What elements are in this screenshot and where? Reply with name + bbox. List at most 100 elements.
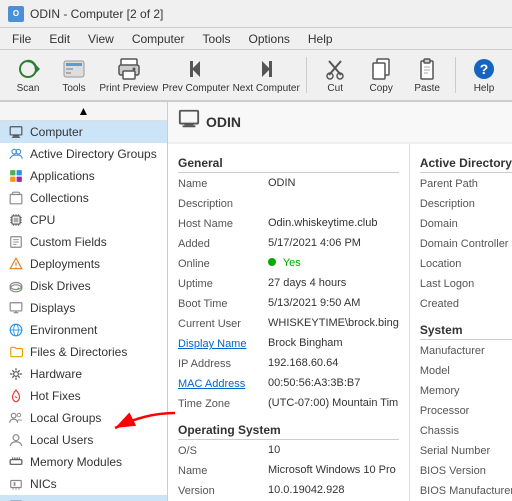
general-section-title: General [178,156,399,173]
right-description: Description [420,197,512,215]
menu-computer[interactable]: Computer [124,30,193,48]
sidebar-cpu-label: CPU [30,213,55,227]
right-location: Location [420,257,512,275]
sidebar-item-memory-modules[interactable]: Memory Modules [0,451,167,473]
field-hostname: Host Name Odin.whiskeytime.club [178,217,399,235]
prev-computer-button[interactable]: Prev Computer [162,53,230,97]
right-bios-version: BIOS Version 6.00 [420,464,512,482]
app-icon: O [8,6,24,22]
sidebar-hardware-label: Hardware [30,367,82,381]
print-icon [117,57,141,81]
sidebar-item-nics[interactable]: NICs [0,473,167,495]
sidebar-disk-drives-label: Disk Drives [30,279,91,293]
sidebar-item-powershell[interactable]: PS> PowerShell [0,495,167,501]
sidebar: ▲ Computer Active Directory Groups Appli… [0,102,168,501]
sidebar-item-ad-groups[interactable]: Active Directory Groups [0,143,167,165]
prev-label: Prev Computer [162,83,229,94]
copy-button[interactable]: Copy [359,53,403,97]
field-added: Added 5/17/2021 4:06 PM [178,237,399,255]
sidebar-item-computer[interactable]: Computer [0,121,167,143]
next-label: Next Computer [233,83,300,94]
right-created: Created 4/1 [420,297,512,315]
sidebar-computer-label: Computer [30,125,83,139]
menu-view[interactable]: View [80,30,122,48]
menu-help[interactable]: Help [300,30,341,48]
menu-edit[interactable]: Edit [41,30,78,48]
sidebar-item-applications[interactable]: Applications [0,165,167,187]
right-parent-path: Parent Path Asg [420,177,512,195]
system-section-title: System [420,323,512,340]
sidebar-ad-label: Active Directory Groups [30,147,157,161]
field-name: Name ODIN [178,177,399,195]
copy-icon [369,57,393,81]
right-last-logon: Last Logon 6/4 [420,277,512,295]
cut-button[interactable]: Cut [313,53,357,97]
sidebar-deployments-label: Deployments [30,257,100,271]
paste-label: Paste [414,83,440,94]
computer-name: ODIN [206,114,241,130]
two-column-content: General Name ODIN Description Host Name … [168,143,512,501]
sidebar-item-files-dirs[interactable]: Files & Directories [0,341,167,363]
menu-file[interactable]: File [4,30,39,48]
menu-tools[interactable]: Tools [195,30,239,48]
sidebar-scroll-up[interactable]: ▲ [0,102,167,121]
paste-button[interactable]: Paste [405,53,449,97]
sidebar-item-cpu[interactable]: CPU [0,209,167,231]
menu-options[interactable]: Options [241,30,298,48]
title-bar: O ODIN - Computer [2 of 2] [0,0,512,28]
cpu-icon [8,212,24,228]
next-computer-button[interactable]: Next Computer [232,53,300,97]
sidebar-item-disk-drives[interactable]: Disk Drives [0,275,167,297]
sidebar-collections-label: Collections [30,191,89,205]
field-mac-address: MAC Address 00:50:56:A3:3B:B7 [178,377,399,395]
print-preview-label: Print Preview [99,83,158,94]
print-preview-button[interactable]: Print Preview [98,53,160,97]
environment-icon [8,322,24,338]
toolbar: Scan Tools Print Preview Prev Computer N… [0,50,512,102]
menu-bar: File Edit View Computer Tools Options He… [0,28,512,50]
sidebar-nics-label: NICs [30,477,57,491]
sidebar-item-displays[interactable]: Displays [0,297,167,319]
sidebar-item-hardware[interactable]: Hardware [0,363,167,385]
displays-icon [8,300,24,316]
field-os-version: Version 10.0.19042.928 [178,484,399,501]
tools-button[interactable]: Tools [52,53,96,97]
sidebar-custom-fields-label: Custom Fields [30,235,107,249]
sidebar-item-hot-fixes[interactable]: Hot Fixes [0,385,167,407]
sidebar-item-collections[interactable]: Collections [0,187,167,209]
right-domain: Domain whi [420,217,512,235]
field-description: Description [178,197,399,215]
right-chassis: Chassis Oth [420,424,512,442]
sidebar-item-deployments[interactable]: Deployments [0,253,167,275]
left-column: General Name ODIN Description Host Name … [168,144,410,501]
field-ip-address: IP Address 192.168.60.64 [178,357,399,375]
field-online: Online Yes [178,257,399,275]
help-icon: ? [472,57,496,81]
right-processor: Processor 2-C [420,404,512,422]
tools-label: Tools [62,83,85,94]
online-indicator [268,258,276,266]
svg-text:?: ? [480,61,489,77]
copy-label: Copy [370,83,393,94]
sidebar-environment-label: Environment [30,323,97,337]
computer-icon [8,124,24,140]
sidebar-hot-fixes-label: Hot Fixes [30,389,81,403]
field-display-name: Display Name Brock Bingham [178,337,399,355]
hardware-icon [8,366,24,382]
sidebar-item-local-groups[interactable]: Local Groups [0,407,167,429]
memory-modules-icon [8,454,24,470]
scan-label: Scan [17,83,40,94]
sidebar-item-custom-fields[interactable]: Custom Fields [0,231,167,253]
field-uptime: Uptime 27 days 4 hours [178,277,399,295]
help-label: Help [474,83,495,94]
right-manufacturer: Manufacturer VM [420,344,512,362]
sidebar-displays-label: Displays [30,301,75,315]
next-icon [254,57,278,81]
help-button[interactable]: ? Help [462,53,506,97]
os-section-title: Operating System [178,423,399,440]
sidebar-item-environment[interactable]: Environment [0,319,167,341]
sidebar-item-local-users[interactable]: Local Users [0,429,167,451]
prev-icon [184,57,208,81]
scan-button[interactable]: Scan [6,53,50,97]
local-users-icon [8,432,24,448]
